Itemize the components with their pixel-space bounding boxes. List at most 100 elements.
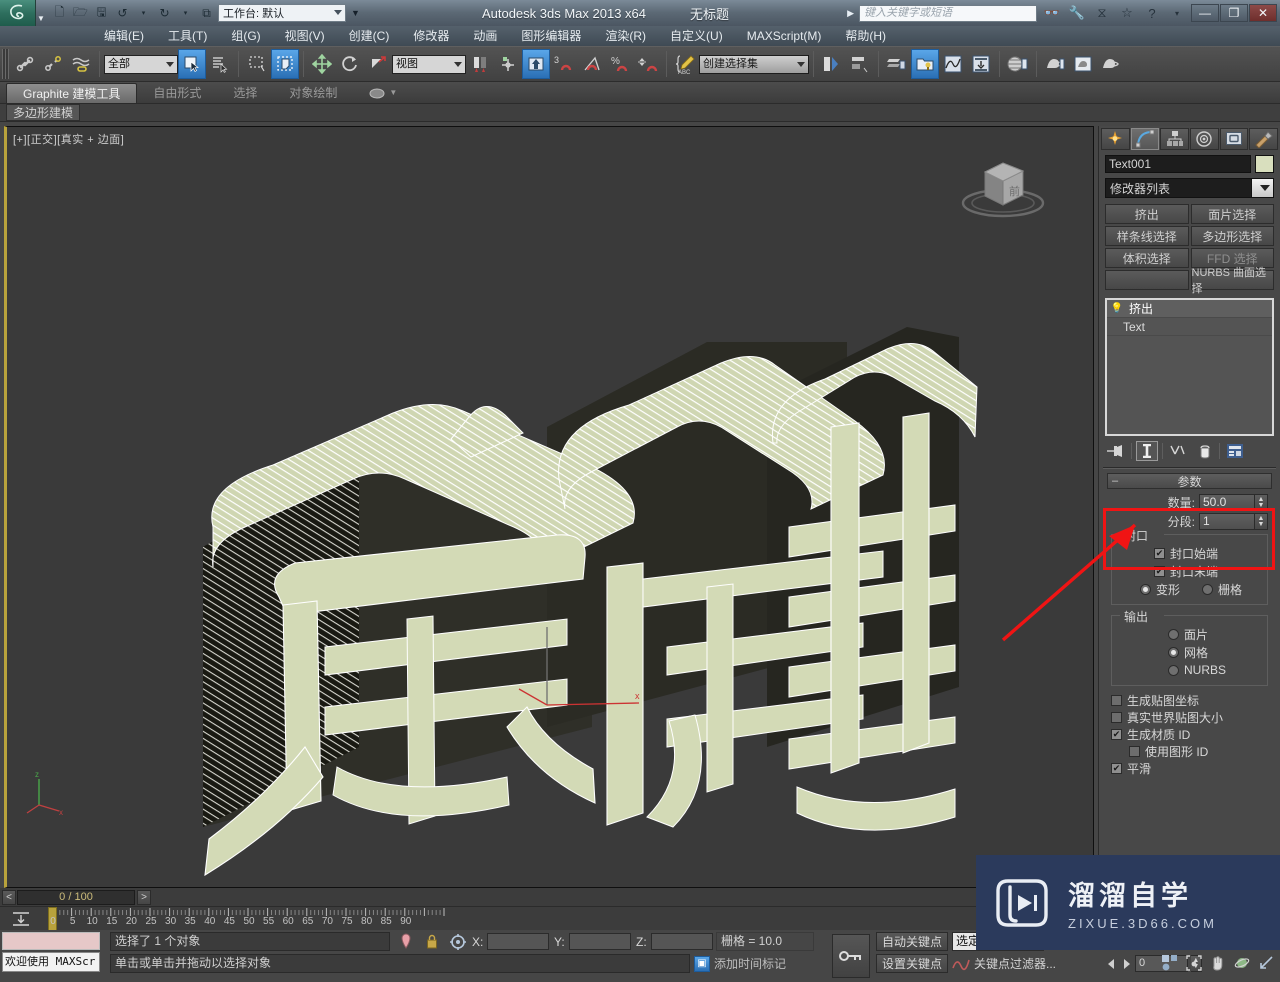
motion-tab[interactable] xyxy=(1190,128,1219,150)
menu-item-rendering[interactable]: 渲染(R) xyxy=(593,26,658,46)
transform-type-in-icon[interactable] xyxy=(448,932,468,951)
amount-spinner-buttons[interactable]: ▲ ▼ xyxy=(1255,494,1268,511)
reference-coord-select[interactable]: 视图 xyxy=(392,54,466,74)
unlink-selection-icon[interactable] xyxy=(39,49,67,79)
modifier-button-empty[interactable] xyxy=(1105,270,1189,290)
output-nurbs-radio[interactable] xyxy=(1168,664,1179,676)
ribbon-overflow-icon[interactable]: ▼ xyxy=(353,83,413,103)
modifier-button-volume-select[interactable]: 体积选择 xyxy=(1105,248,1189,268)
display-tab[interactable] xyxy=(1219,128,1249,150)
show-end-result-icon[interactable] xyxy=(1136,441,1158,461)
modifier-stack[interactable]: 💡 挤出 Text xyxy=(1105,298,1274,436)
maxscript-listener[interactable]: 欢迎使用 MAXScr xyxy=(0,930,106,982)
modifier-button-extrude[interactable]: 挤出 xyxy=(1105,204,1189,224)
object-color-swatch[interactable] xyxy=(1255,155,1274,173)
cap-end-checkbox[interactable]: ✔ xyxy=(1154,565,1165,577)
curve-editor-icon[interactable] xyxy=(939,49,967,79)
select-link-icon[interactable] xyxy=(11,49,39,79)
ribbon-tab-selection[interactable]: 选择 xyxy=(217,83,273,103)
ribbon-tab-graphite-modeling[interactable]: Graphite 建模工具 xyxy=(6,83,138,103)
object-name-field[interactable]: Text001 xyxy=(1105,155,1251,173)
z-input[interactable] xyxy=(650,933,713,950)
real-world-map-size-checkbox[interactable]: ✔ xyxy=(1111,712,1122,723)
modifier-stack-item-text[interactable]: Text xyxy=(1107,318,1272,336)
generate-mapping-coords-checkbox[interactable]: ✔ xyxy=(1111,695,1122,706)
key-filters-button[interactable]: 关键点过滤器... xyxy=(952,954,1056,973)
pin-stack-status-icon[interactable] xyxy=(396,932,416,951)
maxscript-input[interactable] xyxy=(2,932,100,950)
select-and-scale-icon[interactable] xyxy=(364,49,392,79)
create-tab[interactable] xyxy=(1101,128,1130,150)
viewport[interactable]: [+][正交][真实 + 边面] 前 x z x xyxy=(4,126,1094,888)
layer-manager-icon[interactable] xyxy=(883,49,911,79)
funnel-icon[interactable]: ⧖ xyxy=(1092,4,1112,22)
spinner-snap-icon[interactable] xyxy=(634,49,662,79)
search-input[interactable]: 键入关键字或短语 xyxy=(859,4,1037,22)
clone-icon[interactable]: ⧉ xyxy=(197,4,216,23)
workspace-selector[interactable]: 工作台: 默认 xyxy=(218,4,346,22)
edit-named-selection-icon[interactable]: ABC xyxy=(671,49,699,79)
output-mesh-radio[interactable] xyxy=(1168,646,1179,658)
set-key-button[interactable]: 设置关键点 xyxy=(876,954,948,973)
new-file-icon[interactable]: 🗋 xyxy=(50,4,69,23)
output-patch-radio[interactable] xyxy=(1168,628,1179,640)
prev-frame-button[interactable]: < xyxy=(2,889,16,905)
percent-snap-icon[interactable]: % xyxy=(606,49,634,79)
chevron-down-icon[interactable] xyxy=(1251,179,1273,197)
render-setup-icon[interactable] xyxy=(1041,49,1069,79)
render-production-icon[interactable] xyxy=(1097,49,1125,79)
align-icon[interactable] xyxy=(846,49,874,79)
prev-next-key-icons[interactable] xyxy=(1106,958,1132,970)
viewport-label[interactable]: [+][正交][真实 + 边面] xyxy=(13,131,124,147)
ribbon-tab-freeform[interactable]: 自由形式 xyxy=(137,83,217,103)
toolbar-grip[interactable] xyxy=(2,49,9,79)
zoom-region-select-icon[interactable] xyxy=(1184,954,1204,972)
select-object-icon[interactable] xyxy=(178,49,206,79)
amount-input[interactable]: 50.0 xyxy=(1199,494,1255,511)
zoom-icon[interactable] xyxy=(1160,954,1180,972)
morph-option[interactable]: 变形 xyxy=(1140,581,1180,598)
cap-start-checkbox[interactable]: ✔ xyxy=(1154,547,1165,559)
current-frame-readout[interactable]: 0 / 100 xyxy=(17,889,135,905)
modifier-button-patch-select[interactable]: 面片选择 xyxy=(1190,204,1274,224)
output-nurbs-row[interactable]: NURBS xyxy=(1118,661,1261,679)
question-icon[interactable]: ? xyxy=(1142,4,1162,22)
wrench-icon[interactable]: 🔧 xyxy=(1067,4,1087,22)
maximize-button[interactable]: ❐ xyxy=(1220,4,1248,22)
undo-icon[interactable]: ↺ xyxy=(113,4,132,23)
menu-item-maxscript[interactable]: MAXScript(M) xyxy=(735,26,834,46)
redo-icon[interactable]: ↻ xyxy=(155,4,174,23)
select-by-name-icon[interactable] xyxy=(206,49,234,79)
smooth-checkbox[interactable]: ✔ xyxy=(1111,763,1122,774)
minimize-button[interactable]: — xyxy=(1191,4,1219,22)
smooth-row[interactable]: ✔ 平滑 xyxy=(1107,760,1272,777)
generate-mapping-coords-row[interactable]: ✔ 生成贴图坐标 xyxy=(1107,692,1272,709)
configure-modifier-sets-icon[interactable] xyxy=(1224,441,1246,461)
modifier-button-spline-select[interactable]: 样条线选择 xyxy=(1105,226,1189,246)
menu-item-group[interactable]: 组(G) xyxy=(219,26,272,46)
rendered-frame-window-icon[interactable] xyxy=(1069,49,1097,79)
menu-item-customize[interactable]: 自定义(U) xyxy=(658,26,735,46)
next-frame-button[interactable]: > xyxy=(137,889,151,905)
menu-item-edit[interactable]: 编辑(E) xyxy=(92,26,156,46)
search-expand-icon[interactable]: ▶ xyxy=(847,8,854,19)
x-input[interactable] xyxy=(487,933,550,950)
redo-dropdown-icon[interactable]: ▾ xyxy=(176,4,195,23)
generate-material-ids-row[interactable]: ✔ 生成材质 ID xyxy=(1107,726,1272,743)
modifier-button-nurbs-surf-select[interactable]: NURBS 曲面选择 xyxy=(1190,267,1274,295)
select-and-rotate-icon[interactable] xyxy=(336,49,364,79)
orbit-icon[interactable] xyxy=(1232,954,1252,972)
application-menu-button[interactable] xyxy=(0,0,36,26)
snap-toggle-icon[interactable] xyxy=(522,49,550,79)
modifier-list-dropdown[interactable]: 修改器列表 xyxy=(1105,178,1274,198)
bind-to-space-warp-icon[interactable] xyxy=(67,49,95,79)
segments-spinner-buttons[interactable]: ▲ ▼ xyxy=(1255,513,1268,530)
lock-icon[interactable] xyxy=(422,932,442,951)
use-pivot-center-icon[interactable] xyxy=(466,49,494,79)
real-world-map-size-row[interactable]: ✔ 真实世界贴图大小 xyxy=(1107,709,1272,726)
open-file-icon[interactable]: 🗁 xyxy=(71,4,90,23)
parameters-rollout-header[interactable]: – 参数 xyxy=(1107,473,1272,489)
y-input[interactable] xyxy=(568,933,631,950)
menu-item-tools[interactable]: 工具(T) xyxy=(156,26,219,46)
rectangular-region-icon[interactable] xyxy=(243,49,271,79)
